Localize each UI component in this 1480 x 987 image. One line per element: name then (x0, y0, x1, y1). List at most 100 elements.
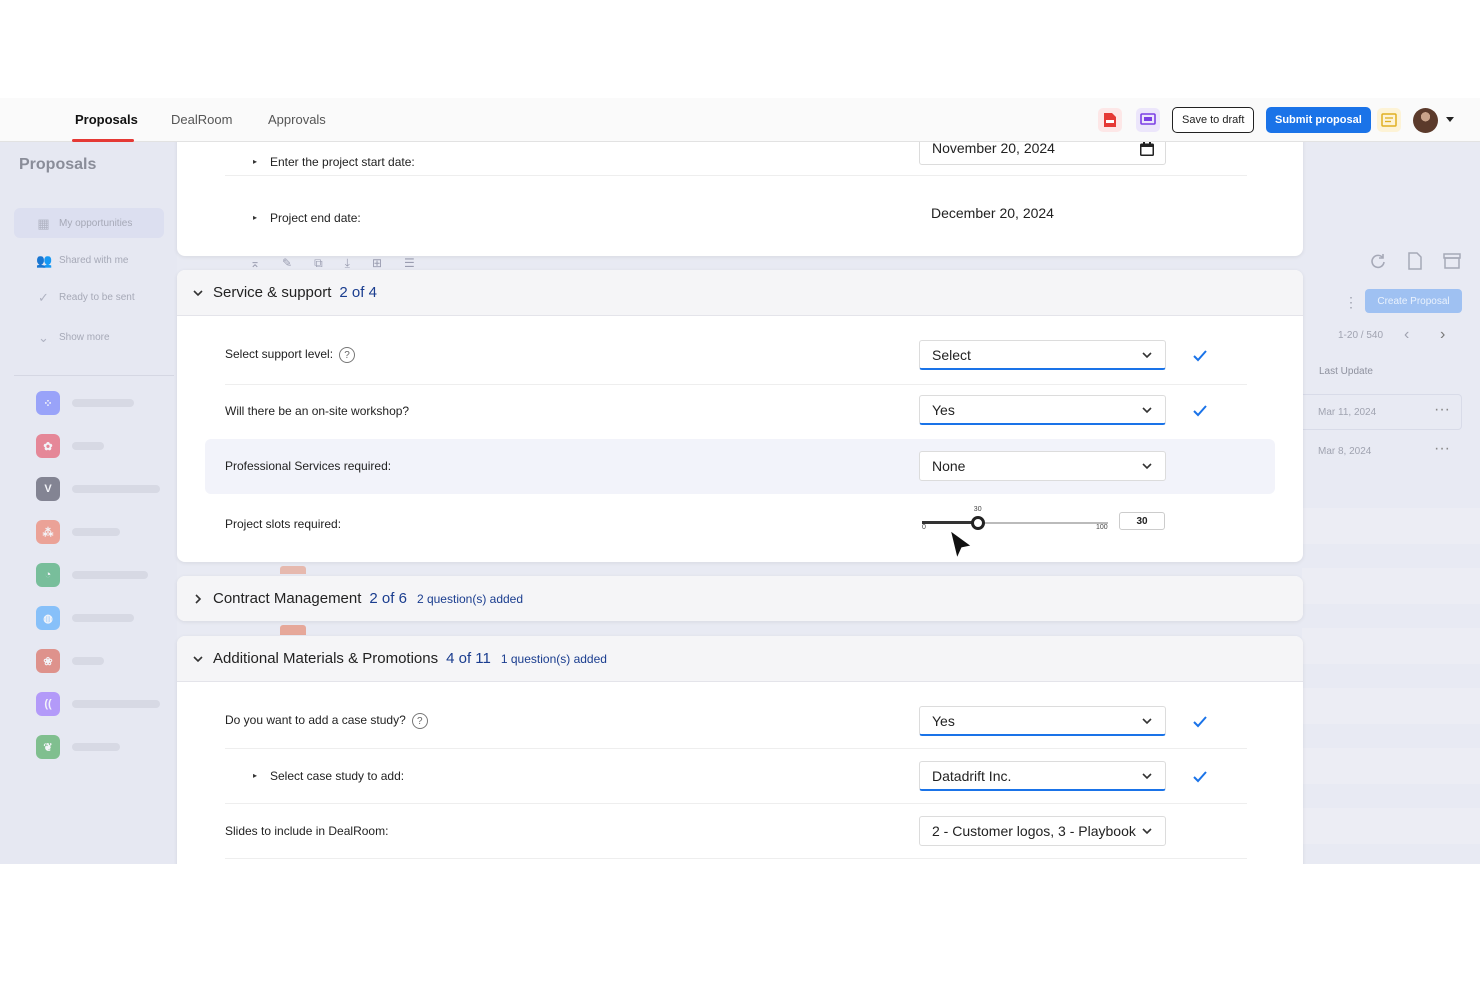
app-item[interactable]: ⁂ (36, 520, 120, 544)
select-value: None (932, 458, 966, 474)
app-icon: V (36, 477, 60, 501)
chevron-down-icon[interactable] (191, 652, 205, 666)
note-icon[interactable] (1377, 108, 1401, 132)
app-item[interactable]: ⁘ (36, 391, 134, 415)
more-vertical-icon[interactable]: ⋮ (1344, 294, 1358, 311)
section-count: 2 of 6 (369, 590, 407, 607)
check-circle-icon: ✓ (38, 289, 49, 305)
document-icon[interactable] (1407, 252, 1423, 270)
end-date-label: Project end date: (270, 211, 361, 225)
sidebar-item-shared[interactable]: 👥 Shared with me (14, 245, 164, 275)
select-value: Select (932, 346, 971, 363)
professional-services-select[interactable]: None (919, 451, 1166, 481)
app-item[interactable]: V (36, 477, 160, 501)
app-label-placeholder (72, 743, 120, 751)
materials-panel: Additional Materials & Promotions 4 of 1… (177, 636, 1303, 864)
chevron-right-icon[interactable] (191, 592, 205, 606)
app-item[interactable]: ❦ (36, 735, 120, 759)
help-icon[interactable]: ? (339, 347, 356, 363)
faded-avatar-placeholder (280, 566, 306, 574)
save-draft-button[interactable]: Save to draft (1172, 107, 1255, 133)
bullet-icon: ▸ (253, 771, 258, 780)
pdf-icon[interactable] (1098, 108, 1122, 132)
slider-fill (922, 521, 978, 524)
next-page-icon[interactable]: › (1440, 326, 1445, 344)
case-study-select[interactable]: Yes (919, 706, 1166, 736)
app-item[interactable]: ✿ (36, 434, 104, 458)
grid-icon: ▦ (37, 215, 50, 231)
chevron-down-icon (1142, 407, 1152, 414)
create-proposal-button[interactable]: Create Proposal (1365, 289, 1462, 313)
select-value: Yes (932, 712, 955, 729)
questions-added-badge: 2 question(s) added (416, 591, 524, 606)
case-study-choice-select[interactable]: Datadrift Inc. (919, 761, 1166, 791)
archive-icon[interactable] (1443, 252, 1461, 270)
tab-approvals[interactable]: Approvals (268, 112, 326, 127)
section-title: Additional Materials & Promotions (213, 650, 439, 667)
tab-dealroom[interactable]: DealRoom (171, 112, 232, 127)
sidebar-item-my-opportunities[interactable]: ▦ My opportunities (14, 208, 164, 238)
slides-icon[interactable] (1136, 108, 1160, 132)
row-date: Mar 8, 2024 (1318, 446, 1372, 457)
contract-management-header[interactable]: Contract Management 2 of 6 2 question(s)… (177, 576, 1303, 621)
column-header-last-update: Last Update (1319, 366, 1373, 377)
prev-page-icon[interactable]: ‹ (1404, 326, 1409, 344)
more-horizontal-icon[interactable]: ··· (1434, 401, 1450, 419)
row-divider (225, 858, 1247, 859)
service-support-header[interactable]: Service & support 2 of 4 (177, 270, 1303, 316)
app-icon: ❀ (36, 649, 60, 673)
app-item[interactable]: ❀ (36, 649, 104, 673)
app-item[interactable]: (( (36, 692, 160, 716)
sidebar-title: Proposals (19, 156, 97, 173)
table-row[interactable]: Mar 11, 2024 ··· (1302, 394, 1462, 430)
sidebar-item-label: Ready to be sent (59, 291, 135, 303)
submit-proposal-button[interactable]: Submit proposal (1266, 107, 1371, 133)
support-level-select[interactable]: Select (919, 340, 1166, 370)
sidebar-item-label: Show more (59, 331, 110, 343)
row-divider (225, 384, 1247, 385)
table-row-placeholder (1302, 688, 1480, 724)
chevron-down-icon (1142, 352, 1152, 359)
app-icon: ◍ (36, 606, 60, 630)
chevron-down-icon (1142, 718, 1152, 725)
caret-down-icon[interactable] (1446, 117, 1454, 123)
select-value: Datadrift Inc. (932, 767, 1012, 784)
table-row-placeholder (1302, 508, 1480, 544)
service-support-panel: Service & support 2 of 4 Select support … (177, 270, 1303, 562)
tab-proposals[interactable]: Proposals (75, 112, 138, 127)
start-date-label: Enter the project start date: (270, 155, 415, 169)
materials-header[interactable]: Additional Materials & Promotions 4 of 1… (177, 636, 1303, 682)
app-item[interactable]: ◍ (36, 606, 134, 630)
more-horizontal-icon[interactable]: ··· (1434, 440, 1450, 458)
active-tab-indicator (72, 139, 134, 142)
calendar-icon[interactable] (1139, 141, 1155, 157)
row-divider (225, 748, 1247, 749)
workshop-select[interactable]: Yes (919, 395, 1166, 425)
slots-value-input[interactable]: 30 (1119, 512, 1165, 530)
section-count: 2 of 4 (339, 284, 377, 301)
table-row[interactable]: Mar 8, 2024 ··· (1302, 434, 1462, 470)
chevron-down-icon[interactable] (191, 286, 205, 300)
app-item[interactable]: ◔ (36, 563, 148, 587)
chevron-down-icon (1142, 463, 1152, 470)
sidebar-item-ready[interactable]: ✓ Ready to be sent (14, 282, 164, 312)
select-value: Yes (932, 401, 955, 418)
dates-panel: ▸ Enter the project start date: November… (177, 128, 1303, 256)
sidebar-item-show-more[interactable]: ⌄ Show more (14, 322, 164, 352)
slides-select[interactable]: 2 - Customer logos, 3 - Playbook (919, 816, 1166, 846)
avatar[interactable] (1413, 108, 1438, 133)
sidebar-divider (14, 375, 174, 376)
case-study-label: Do you want to add a case study?? (225, 713, 428, 729)
chevron-down-icon (1142, 828, 1152, 835)
select-value: 2 - Customer logos, 3 - Playbook (932, 823, 1136, 839)
help-icon[interactable]: ? (411, 713, 428, 729)
chevron-down-icon: ⌄ (38, 329, 49, 345)
app-icon: ✿ (36, 434, 60, 458)
app-label-placeholder (72, 442, 104, 450)
faded-avatar-placeholder (280, 625, 306, 635)
refresh-icon[interactable] (1369, 252, 1387, 270)
bullet-icon: ▸ (253, 213, 258, 222)
table-row-placeholder (1302, 808, 1480, 844)
table-row-placeholder (1302, 628, 1480, 664)
sidebar-item-label: My opportunities (59, 217, 133, 229)
